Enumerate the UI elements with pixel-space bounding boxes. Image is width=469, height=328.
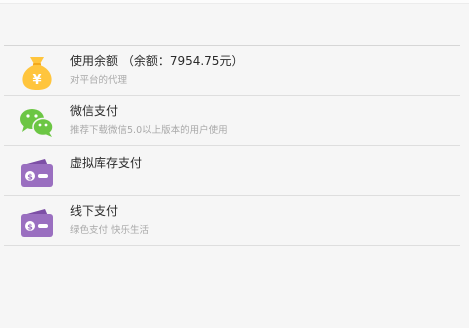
payment-option-virtual-inventory[interactable]: $ 虚拟库存支付 [4,146,460,196]
wallet-icon: $ [18,155,56,189]
payment-option-title: 虚拟库存支付 [70,156,143,170]
payment-option-description: 推荐下载微信5.0以上版本的用户使用 [70,125,228,136]
svg-text:$: $ [27,223,33,232]
payment-option-title: 线下支付 [70,204,119,218]
payment-option-description: 绿色支付 快乐生活 [70,225,150,236]
payment-option-description: 对平台的代理 [70,75,128,86]
wechat-icon [18,105,56,139]
money-bag-icon: ¥ [18,55,56,90]
payment-option-wechat[interactable]: 微信支付 推荐下载微信5.0以上版本的用户使用 [4,96,460,146]
wallet-icon: $ [18,205,56,239]
payment-option-title: 微信支付 [70,104,119,118]
header-bar [0,0,469,4]
svg-text:¥: ¥ [32,73,41,88]
svg-text:$: $ [27,173,33,182]
payment-option-balance[interactable]: ¥ 使用余额 （余额：7954.75元） 对平台的代理 [4,46,460,96]
payment-method-list: ¥ 使用余额 （余额：7954.75元） 对平台的代理 微信支付 推荐下载微信5… [4,45,460,246]
payment-option-offline[interactable]: $ 线下支付 绿色支付 快乐生活 [4,196,460,246]
payment-option-title: 使用余额 （余额：7954.75元） [70,54,244,68]
